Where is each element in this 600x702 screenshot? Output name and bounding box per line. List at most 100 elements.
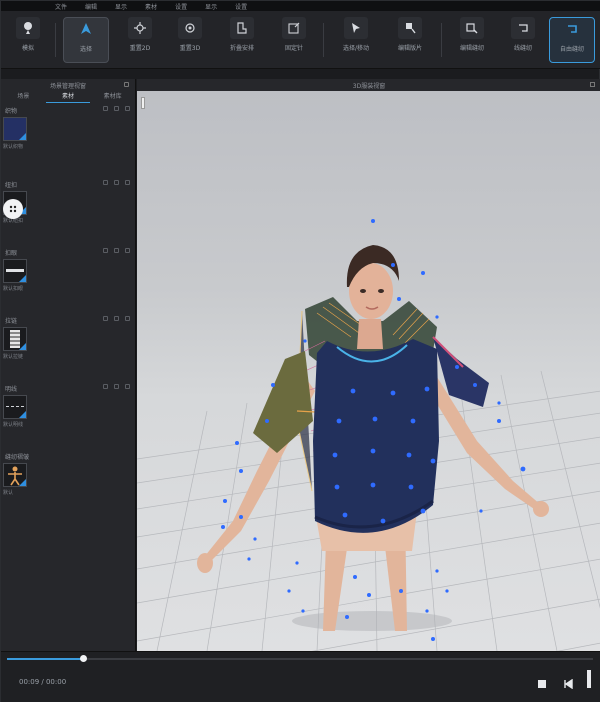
reset-3d-button[interactable]: 重置3D bbox=[167, 17, 213, 63]
reset-2d-button[interactable]: 重置2D bbox=[117, 17, 163, 63]
fold-icon bbox=[230, 17, 254, 39]
select-tool-button[interactable]: 选择 bbox=[63, 17, 109, 63]
volume-bar bbox=[587, 670, 591, 688]
volume-slider[interactable] bbox=[587, 670, 591, 688]
group-tools bbox=[103, 384, 130, 389]
cursor-icon bbox=[344, 17, 368, 39]
selected-corner-icon bbox=[19, 133, 26, 140]
neck bbox=[357, 319, 383, 349]
free-sew-icon bbox=[560, 18, 584, 40]
panel-tabs: 场景 素材 素材库 bbox=[1, 91, 135, 103]
simulate-icon bbox=[16, 17, 40, 39]
menu-bar: 文件 编辑 显示 素材 设置 显示 设置 bbox=[1, 1, 600, 11]
floating-grid-button[interactable] bbox=[3, 199, 23, 219]
viewport-pin-icon[interactable] bbox=[590, 82, 595, 87]
line-sew-button[interactable]: 线缝纫 bbox=[501, 17, 545, 63]
edit-seam-button[interactable]: 编辑缝纫 bbox=[447, 17, 497, 63]
group-zipper: 拉链 默认拉链 bbox=[1, 315, 136, 360]
pin-tool-button[interactable]: 固定针 bbox=[271, 17, 317, 63]
group-title: 缝纫褶皱 bbox=[5, 453, 30, 461]
group-button: 纽扣 默认纽扣 bbox=[1, 179, 136, 224]
tab-scene[interactable]: 场景 bbox=[1, 91, 46, 103]
select-move-button[interactable]: 选择/移动 bbox=[331, 17, 381, 63]
group-tools bbox=[103, 180, 130, 185]
thumbnail-caption: 默认 bbox=[3, 490, 14, 496]
reset-2d-icon bbox=[128, 17, 152, 39]
grid-dots-icon bbox=[9, 205, 17, 213]
scene-manager-panel: 场景管理视窗 场景 素材 素材库 织物 默认织物 纽扣 默认纽扣 扣眼 默认扣眼… bbox=[1, 79, 136, 651]
stop-icon bbox=[538, 680, 546, 688]
arrow-up-icon bbox=[74, 18, 98, 40]
timeline-handle[interactable] bbox=[80, 655, 87, 662]
menu-edit[interactable]: 编辑 bbox=[85, 2, 97, 11]
free-sew-button[interactable]: 自由缝纫 bbox=[549, 17, 595, 63]
scene-canvas[interactable] bbox=[137, 91, 600, 651]
selected-corner-icon bbox=[19, 275, 26, 282]
left-hand bbox=[197, 553, 213, 573]
add-icon[interactable] bbox=[103, 180, 108, 185]
tab-library[interactable]: 素材库 bbox=[90, 91, 135, 103]
toolbar-divider bbox=[441, 23, 442, 57]
timeline-progress bbox=[7, 658, 83, 660]
menu-display-2[interactable]: 显示 bbox=[205, 2, 217, 11]
delete-icon[interactable] bbox=[125, 248, 130, 253]
puckering-thumbnail[interactable] bbox=[3, 463, 27, 487]
rewind-button[interactable] bbox=[563, 674, 573, 693]
tab-material[interactable]: 素材 bbox=[45, 91, 91, 103]
app-window: 文件 编辑 显示 素材 设置 显示 设置 模拟 选择 重置2D 重置3D 折叠安… bbox=[0, 0, 600, 702]
group-buttonhole: 扣眼 默认扣眼 bbox=[1, 247, 136, 292]
zipper-thumbnail[interactable] bbox=[3, 327, 27, 351]
reset-3d-icon bbox=[178, 17, 202, 39]
line-sew-icon bbox=[511, 17, 535, 39]
playback-bar: 00:09 / 00:00 bbox=[1, 651, 600, 702]
seam-icon bbox=[460, 17, 484, 39]
main-toolbar: 模拟 选择 重置2D 重置3D 折叠安排 固定针 选择/移动 编辑版片 编辑缝纫… bbox=[1, 11, 600, 69]
copy-icon[interactable] bbox=[114, 384, 119, 389]
menu-settings[interactable]: 设置 bbox=[175, 2, 187, 11]
delete-icon[interactable] bbox=[125, 316, 130, 321]
delete-icon[interactable] bbox=[125, 180, 130, 185]
right-hand bbox=[533, 501, 549, 517]
add-icon[interactable] bbox=[103, 248, 108, 253]
add-icon[interactable] bbox=[103, 316, 108, 321]
stop-button[interactable] bbox=[537, 674, 547, 693]
thumbnail-caption: 默认织物 bbox=[3, 144, 24, 150]
add-icon[interactable] bbox=[103, 106, 108, 111]
delete-icon[interactable] bbox=[125, 106, 130, 111]
menu-display[interactable]: 显示 bbox=[115, 2, 127, 11]
fabric-thumbnail[interactable] bbox=[3, 117, 27, 141]
buttonhole-thumbnail[interactable] bbox=[3, 259, 27, 283]
edit-pattern-button[interactable]: 编辑版片 bbox=[385, 17, 435, 63]
add-icon[interactable] bbox=[103, 384, 108, 389]
selected-corner-icon bbox=[19, 411, 26, 418]
selected-corner-icon bbox=[19, 343, 26, 350]
group-tools bbox=[103, 106, 130, 111]
copy-icon[interactable] bbox=[114, 316, 119, 321]
fold-arrange-button[interactable]: 折叠安排 bbox=[219, 17, 265, 63]
panel-pin-icon[interactable] bbox=[124, 82, 129, 87]
topstitch-thumbnail[interactable] bbox=[3, 395, 27, 419]
menu-settings-2[interactable]: 设置 bbox=[235, 2, 247, 11]
thumbnail-caption: 默认明线 bbox=[3, 422, 24, 428]
copy-icon[interactable] bbox=[114, 180, 119, 185]
3d-viewport[interactable]: 3D服装视窗 bbox=[137, 79, 600, 651]
timeline-track[interactable] bbox=[7, 658, 593, 660]
pin-icon bbox=[282, 17, 306, 39]
thumbnail-caption: 默认拉链 bbox=[3, 354, 24, 360]
selected-corner-icon bbox=[19, 479, 26, 486]
toolbar-divider bbox=[323, 23, 324, 57]
group-topstitch: 明线 默认明线 bbox=[1, 383, 136, 428]
thumbnail-caption: 默认扣眼 bbox=[3, 286, 24, 292]
panel-title: 场景管理视窗 bbox=[1, 79, 135, 91]
toolbar-divider bbox=[55, 23, 56, 57]
scene-svg bbox=[137, 219, 600, 651]
buttonhole-shape bbox=[6, 269, 24, 272]
copy-icon[interactable] bbox=[114, 106, 119, 111]
delete-icon[interactable] bbox=[125, 384, 130, 389]
copy-icon[interactable] bbox=[114, 248, 119, 253]
menu-file[interactable]: 文件 bbox=[55, 2, 67, 11]
simulate-button[interactable]: 模拟 bbox=[11, 17, 45, 63]
menu-material[interactable]: 素材 bbox=[145, 2, 157, 11]
avatar-shadow bbox=[292, 611, 452, 631]
group-seam-puckering: 缝纫褶皱 默认 bbox=[1, 451, 136, 496]
